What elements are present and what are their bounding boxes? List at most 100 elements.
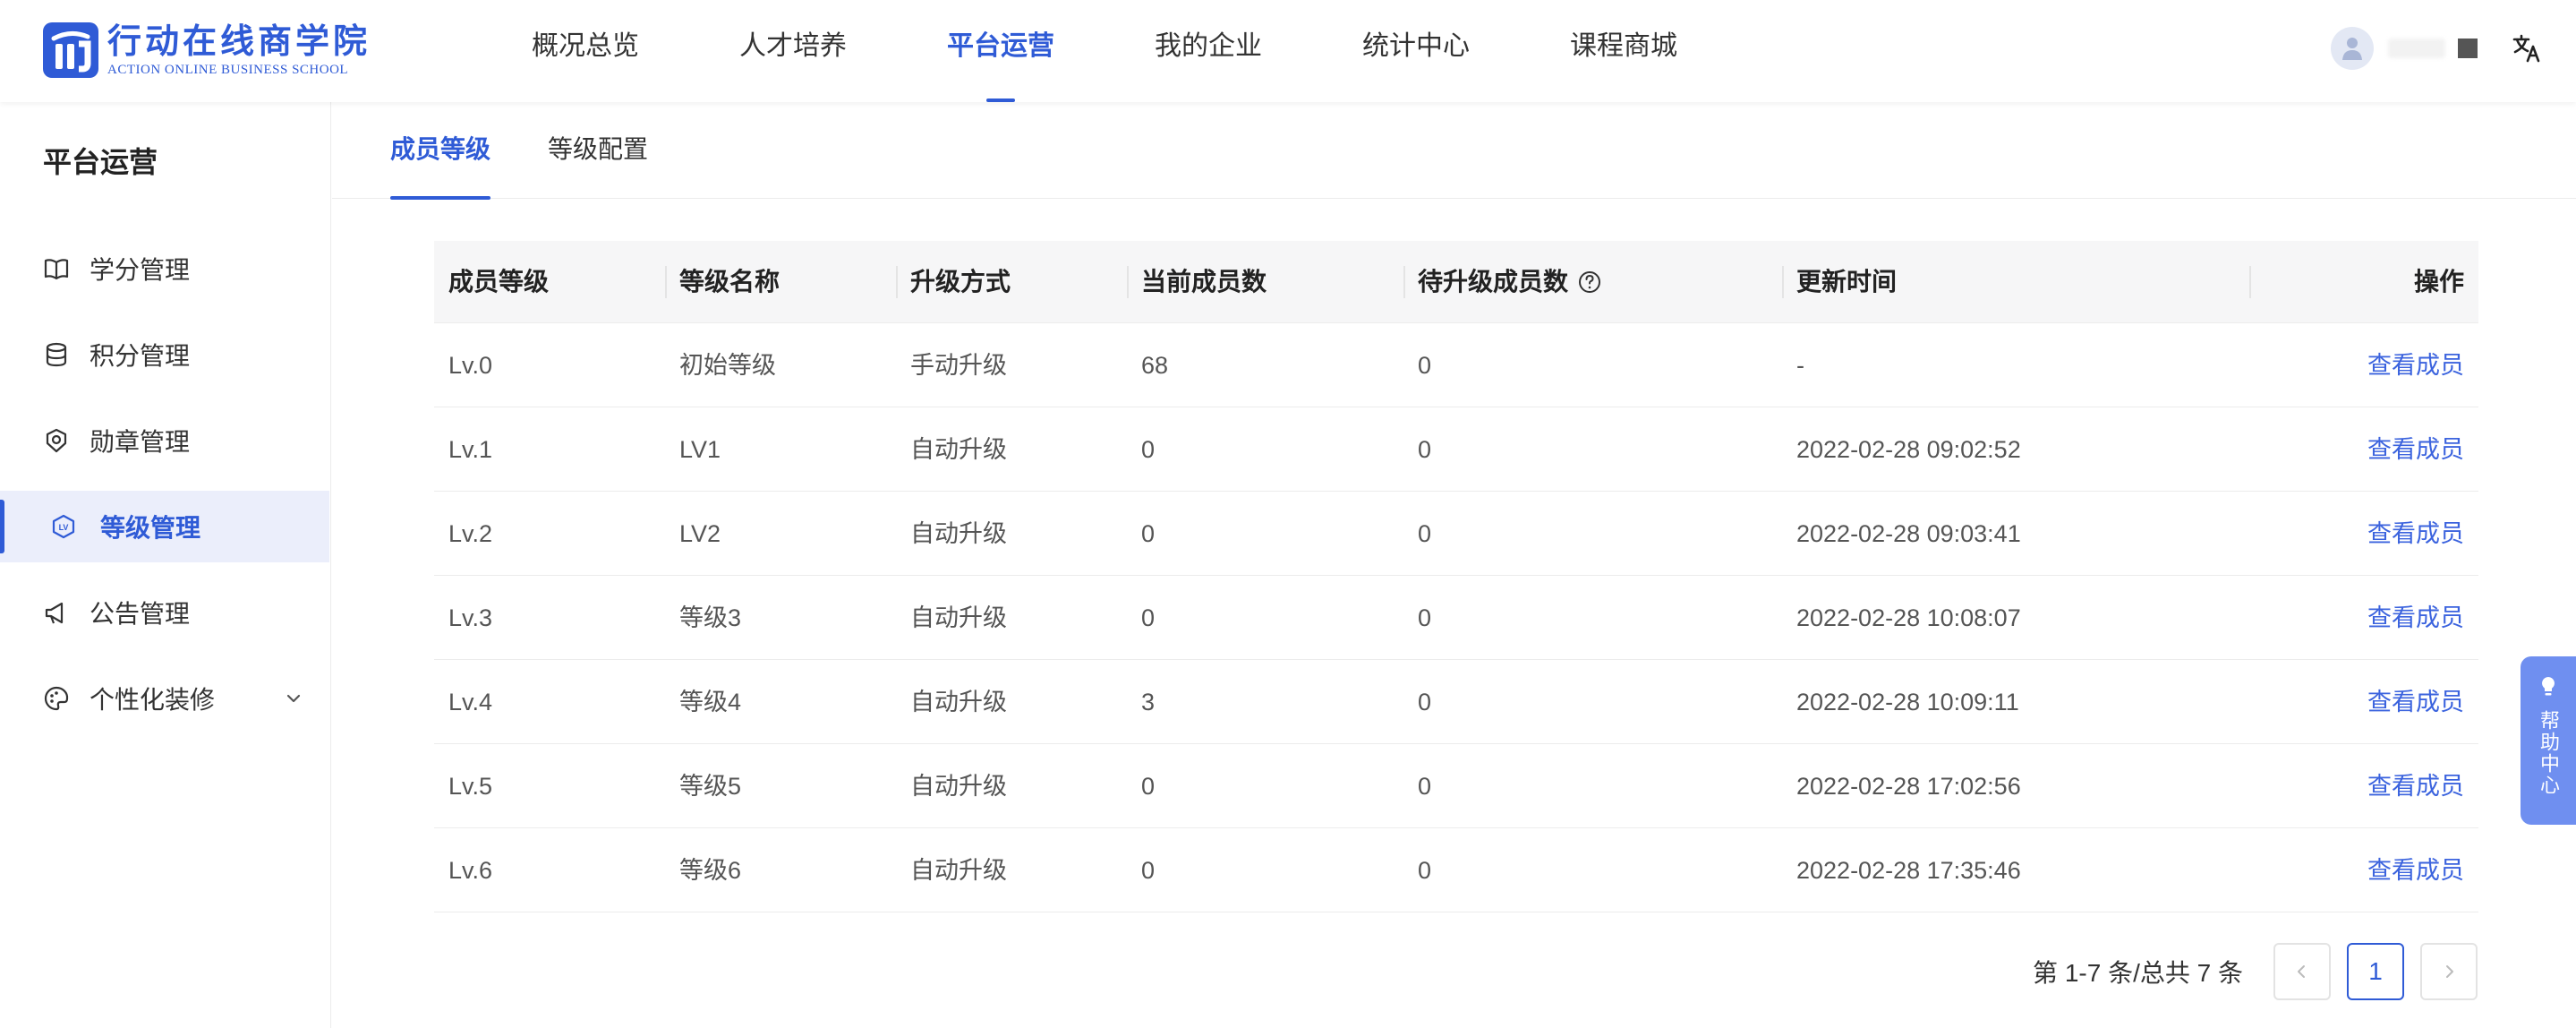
nav-course-mall[interactable]: 课程商城	[1570, 0, 1677, 102]
username-blurred[interactable]	[2388, 39, 2445, 58]
column-header: 成员等级	[448, 268, 550, 296]
tab-level-config[interactable]: 等级配置	[548, 102, 648, 199]
next-page-button[interactable]	[2420, 943, 2478, 1000]
chevron-down-icon[interactable]	[283, 688, 304, 709]
sidebar-item-medals[interactable]: 勋章管理	[0, 405, 329, 476]
nav-talent[interactable]: 人才培养	[739, 0, 847, 102]
cell-member-count: 0	[1141, 520, 1156, 547]
table-row: Lv.1 LV1 自动升级 0 0 2022-02-28 09:02:52 查看…	[434, 407, 2478, 492]
view-members-link[interactable]: 查看成员	[2367, 520, 2464, 547]
cell-upgrade-mode: 自动升级	[910, 773, 1007, 800]
cell-updated-time: 2022-02-28 17:35:46	[1796, 857, 2021, 884]
cell-level-name: 等级6	[679, 857, 742, 884]
megaphone-icon	[43, 599, 70, 626]
column-header: 等级名称	[665, 241, 896, 323]
cell-level-name: 初始等级	[679, 352, 776, 379]
view-members-link[interactable]: 查看成员	[2367, 436, 2464, 463]
cell-level-name: 等级5	[679, 773, 742, 800]
cell-member-count: 68	[1141, 352, 1169, 379]
nav-overview[interactable]: 概况总览	[532, 0, 639, 102]
database-icon	[43, 341, 70, 368]
square-icon[interactable]	[2458, 39, 2478, 58]
sidebar-item-credits[interactable]: 学分管理	[0, 233, 329, 304]
cell-member-count: 0	[1141, 773, 1156, 800]
logo-mark-icon	[43, 22, 98, 78]
cell-level: Lv.5	[448, 773, 493, 800]
sidebar-menu: 学分管理 积分管理 勋章管理 LV 等级管理 公告管理 个性化装修	[0, 233, 329, 749]
header-user-area	[2331, 25, 2542, 72]
cell-member-count: 0	[1141, 857, 1156, 884]
lightbulb-icon	[2542, 677, 2555, 696]
table-row: Lv.3 等级3 自动升级 0 0 2022-02-28 10:08:07 查看…	[434, 576, 2478, 660]
cell-member-count: 3	[1141, 689, 1156, 715]
view-members-link[interactable]: 查看成员	[2367, 773, 2464, 800]
main-content: 成员等级 等级配置 成员等级 等级名称 升级方式 当前成员数 待升级成员数 更新…	[332, 102, 2576, 1028]
cell-pending-count: 0	[1418, 352, 1432, 379]
table-row: Lv.0 初始等级 手动升级 68 0 - 查看成员	[434, 323, 2478, 407]
table-row: Lv.2 LV2 自动升级 0 0 2022-02-28 09:03:41 查看…	[434, 492, 2478, 576]
cell-pending-count: 0	[1418, 689, 1432, 715]
cell-updated-time: 2022-02-28 10:08:07	[1796, 604, 2021, 631]
cell-pending-count: 0	[1418, 604, 1432, 631]
column-header: 升级方式	[896, 241, 1127, 323]
sidebar-item-label: 学分管理	[90, 256, 191, 284]
column-header: 操作	[2249, 241, 2478, 323]
cell-updated-time: 2022-02-28 09:02:52	[1796, 436, 2021, 463]
medal-icon	[43, 427, 70, 454]
view-members-link[interactable]: 查看成员	[2367, 857, 2464, 884]
cell-pending-count: 0	[1418, 436, 1432, 463]
cell-level: Lv.0	[448, 352, 493, 379]
top-header: 行动在线商学院 ACTION ONLINE BUSINESS SCHOOL 概况…	[0, 0, 2576, 102]
pagination: 第 1-7 条/总共 7 条 1	[2033, 942, 2478, 1001]
palette-icon	[43, 685, 70, 712]
chevron-right-icon	[2446, 965, 2453, 978]
pagination-info: 第 1-7 条/总共 7 条	[2033, 959, 2243, 987]
cell-level: Lv.1	[448, 436, 493, 463]
question-circle-icon[interactable]	[1577, 270, 1602, 295]
view-members-link[interactable]: 查看成员	[2367, 689, 2464, 715]
cell-level: Lv.3	[448, 604, 493, 631]
page-button-current[interactable]: 1	[2347, 943, 2404, 1000]
view-members-link[interactable]: 查看成员	[2367, 352, 2464, 379]
column-header-pending: 待升级成员数	[1403, 241, 1782, 323]
column-header-label: 待升级成员数	[1418, 268, 1569, 296]
nav-platform-ops[interactable]: 平台运营	[947, 0, 1054, 102]
cell-level-name: LV2	[679, 520, 721, 547]
sidebar-item-announcements[interactable]: 公告管理	[0, 577, 329, 648]
view-members-link[interactable]: 查看成员	[2367, 604, 2464, 631]
sidebar: 平台运营 学分管理 积分管理 勋章管理 LV 等级管理 公告管理 个性化装修	[0, 102, 331, 1028]
cell-level-name: 等级4	[679, 689, 742, 715]
help-center-button[interactable]: 帮助中心	[2521, 656, 2576, 825]
translate-icon[interactable]	[2512, 33, 2542, 64]
brand-name-en: ACTION ONLINE BUSINESS SCHOOL	[107, 63, 349, 77]
nav-my-company[interactable]: 我的企业	[1155, 0, 1262, 102]
book-icon	[43, 255, 70, 282]
cell-level: Lv.2	[448, 520, 493, 547]
cell-upgrade-mode: 自动升级	[910, 689, 1007, 715]
chevron-left-icon	[2298, 965, 2305, 978]
table-row: Lv.6 等级6 自动升级 0 0 2022-02-28 17:35:46 查看…	[434, 828, 2478, 912]
cell-member-count: 0	[1141, 436, 1156, 463]
cell-pending-count: 0	[1418, 773, 1432, 800]
cell-updated-time: 2022-02-28 10:09:11	[1796, 689, 2019, 715]
cell-updated-time: 2022-02-28 09:03:41	[1796, 520, 2021, 547]
sidebar-item-customize[interactable]: 个性化装修	[0, 663, 329, 734]
sidebar-title: 平台运营	[43, 146, 158, 178]
nav-statistics[interactable]: 统计中心	[1362, 0, 1470, 102]
sidebar-item-points[interactable]: 积分管理	[0, 319, 329, 390]
tab-member-level[interactable]: 成员等级	[390, 102, 491, 200]
brand-logo[interactable]: 行动在线商学院 ACTION ONLINE BUSINESS SCHOOL	[43, 21, 371, 79]
prev-page-button[interactable]	[2273, 943, 2331, 1000]
cell-upgrade-mode: 自动升级	[910, 604, 1007, 631]
cell-member-count: 0	[1141, 604, 1156, 631]
cell-upgrade-mode: 自动升级	[910, 520, 1007, 547]
sidebar-item-levels[interactable]: LV 等级管理	[0, 491, 329, 562]
svg-text:LV: LV	[59, 523, 69, 532]
level-table: 成员等级 等级名称 升级方式 当前成员数 待升级成员数 更新时间 操作 Lv.0…	[434, 241, 2478, 912]
cell-updated-time: 2022-02-28 17:02:56	[1796, 773, 2021, 800]
user-icon	[2342, 38, 2362, 60]
sidebar-item-label: 个性化装修	[90, 686, 216, 714]
sidebar-item-label: 等级管理	[100, 514, 201, 542]
avatar[interactable]	[2331, 27, 2374, 70]
cell-level: Lv.4	[448, 689, 493, 715]
